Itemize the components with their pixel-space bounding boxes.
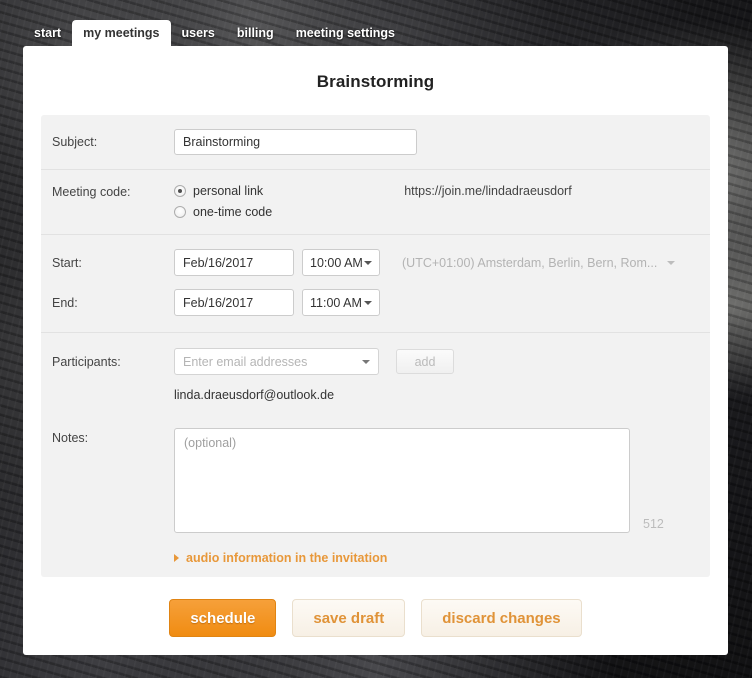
notes-row: Notes: 512 [41,410,710,533]
start-time-value: 10:00 AM [310,256,363,270]
participants-input[interactable]: Enter email addresses [174,348,379,375]
participants-placeholder: Enter email addresses [183,355,307,369]
radio-personal-link-label: personal link [193,184,263,198]
end-date-input[interactable] [174,289,294,316]
end-time-value: 11:00 AM [310,296,362,310]
meeting-dialog-card: Brainstorming Subject: Meeting code: per… [23,46,728,655]
radio-personal-link[interactable]: personal link [174,184,272,198]
start-label: Start: [52,256,174,270]
audio-information-toggle[interactable]: audio information in the invitation [174,551,387,565]
subject-input[interactable] [174,129,417,155]
notes-textarea[interactable] [174,428,630,533]
discard-changes-button[interactable]: discard changes [421,599,581,637]
save-draft-button[interactable]: save draft [292,599,405,637]
datetime-section: Start: 10:00 AM (UTC+01:00) Amsterdam, B… [41,235,710,332]
schedule-button[interactable]: schedule [169,599,276,637]
subject-section: Subject: [41,115,710,169]
radio-one-time-code[interactable]: one-time code [174,205,272,219]
main-navigation-tabs: start my meetings users billing meeting … [23,20,406,47]
chevron-down-icon [362,360,370,364]
subject-label: Subject: [52,135,174,149]
radio-one-time-code-label: one-time code [193,205,272,219]
add-participant-button[interactable]: add [396,349,454,374]
start-date-input[interactable] [174,249,294,276]
meeting-code-section: Meeting code: personal link one-time cod… [41,170,710,234]
participants-section: Participants: Enter email addresses add … [41,333,710,410]
meeting-code-radio-group: personal link one-time code [174,184,272,219]
meeting-code-row: Meeting code: personal link one-time cod… [41,184,710,219]
meeting-form-panel: Subject: Meeting code: personal link one… [41,115,710,577]
end-row: End: 11:00 AM [41,289,710,316]
chevron-right-icon [174,554,179,562]
meeting-code-label: Meeting code: [52,184,174,199]
start-time-select[interactable]: 10:00 AM [302,249,380,276]
radio-selected-icon[interactable] [174,185,186,197]
tab-my-meetings[interactable]: my meetings [72,20,170,48]
tab-users[interactable]: users [171,20,226,47]
page-title: Brainstorming [23,46,728,92]
participants-label: Participants: [52,355,174,369]
radio-unselected-icon[interactable] [174,206,186,218]
end-label: End: [52,296,174,310]
timezone-value: (UTC+01:00) Amsterdam, Berlin, Bern, Rom… [402,256,657,270]
notes-label: Notes: [52,428,174,533]
chevron-down-icon [364,301,372,305]
start-row: Start: 10:00 AM (UTC+01:00) Amsterdam, B… [41,249,710,276]
personal-link-url: https://join.me/lindadraeusdorf [404,184,571,198]
tab-meeting-settings[interactable]: meeting settings [285,20,406,47]
chevron-down-icon [667,261,675,265]
tab-billing[interactable]: billing [226,20,285,47]
character-counter: 512 [643,517,664,533]
participant-list-item: linda.draeusdorf@outlook.de [174,388,710,402]
subject-row: Subject: [41,129,710,155]
end-time-select[interactable]: 11:00 AM [302,289,380,316]
participants-row: Participants: Enter email addresses add [41,348,710,375]
chevron-down-icon [364,261,372,265]
timezone-select[interactable]: (UTC+01:00) Amsterdam, Berlin, Bern, Rom… [402,256,675,270]
audio-information-label: audio information in the invitation [186,551,387,565]
dialog-actions: schedule save draft discard changes [23,599,728,637]
tab-start[interactable]: start [23,20,72,47]
